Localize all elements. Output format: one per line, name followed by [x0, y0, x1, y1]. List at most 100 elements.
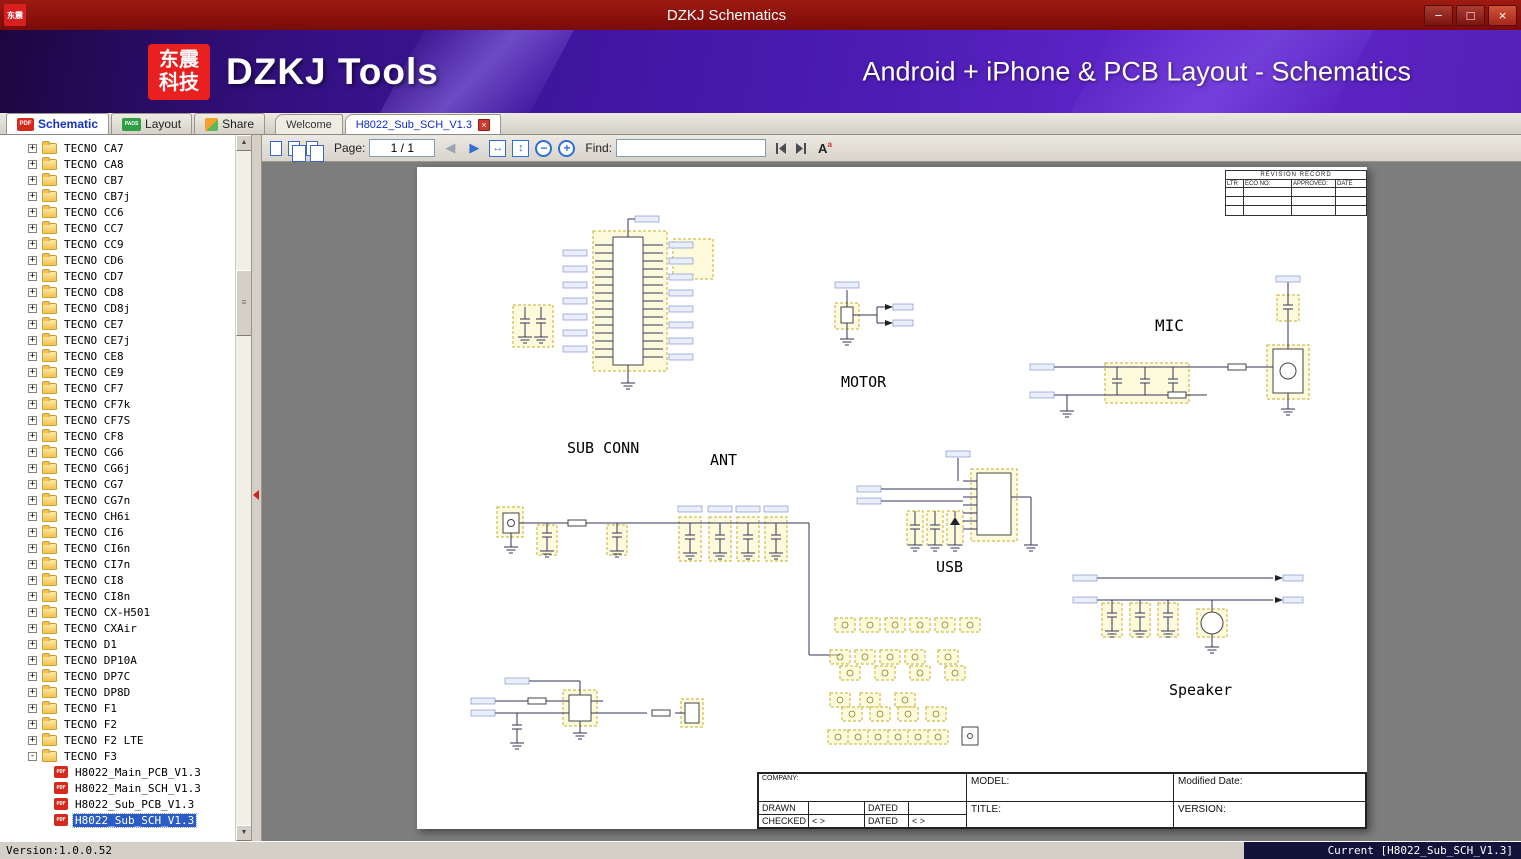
expand-icon[interactable]: + — [28, 320, 37, 329]
close-tab-icon[interactable] — [478, 119, 490, 131]
tree-folder-row[interactable]: +TECNO DP8D — [28, 684, 235, 700]
expand-icon[interactable]: + — [28, 528, 37, 537]
expand-icon[interactable]: + — [28, 368, 37, 377]
tree-folder-row[interactable]: +TECNO CF8 — [28, 428, 235, 444]
close-button[interactable] — [1488, 5, 1517, 26]
tree-folder-row[interactable]: +TECNO DP10A — [28, 652, 235, 668]
expand-icon[interactable]: + — [28, 272, 37, 281]
expand-icon[interactable]: + — [28, 144, 37, 153]
expand-icon[interactable]: + — [28, 720, 37, 729]
tree-folder-row[interactable]: +TECNO CE9 — [28, 364, 235, 380]
expand-icon[interactable]: + — [28, 512, 37, 521]
tree-folder-row[interactable]: +TECNO CF7 — [28, 380, 235, 396]
expand-icon[interactable]: + — [28, 176, 37, 185]
tree-folder-row[interactable]: +TECNO F2 LTE — [28, 732, 235, 748]
expand-icon[interactable]: + — [28, 432, 37, 441]
expand-icon[interactable]: + — [28, 416, 37, 425]
fit-width-icon[interactable] — [489, 140, 506, 157]
tree-folder-row[interactable]: +TECNO CG6j — [28, 460, 235, 476]
expand-icon[interactable]: + — [28, 704, 37, 713]
tree-folder-row[interactable]: +TECNO CE7j — [28, 332, 235, 348]
tree-file-row[interactable]: PDFH8022_Main_SCH_V1.3 — [28, 780, 235, 796]
tree-file-row[interactable]: PDFH8022_Main_PCB_V1.3 — [28, 764, 235, 780]
tree-folder-row[interactable]: +TECNO CD8 — [28, 284, 235, 300]
tree-folder-row[interactable]: +TECNO CI8 — [28, 572, 235, 588]
tab-schematic[interactable]: PDF Schematic — [6, 113, 109, 134]
zoom-out-icon[interactable] — [535, 140, 552, 157]
tree-folder-row[interactable]: +TECNO CI6n — [28, 540, 235, 556]
expand-icon[interactable]: + — [28, 736, 37, 745]
tree-folder-row[interactable]: +TECNO CF7S — [28, 412, 235, 428]
sidebar-scrollbar[interactable]: ▲ ≡ ▼ — [235, 135, 251, 841]
zoom-in-icon[interactable] — [558, 140, 575, 157]
expand-icon[interactable]: + — [28, 208, 37, 217]
facing-pages-view-icon[interactable] — [288, 141, 300, 156]
tree-folder-row[interactable]: +TECNO CA8 — [28, 156, 235, 172]
tree-folder-row[interactable]: +TECNO CC7 — [28, 220, 235, 236]
expand-icon[interactable]: + — [28, 304, 37, 313]
tree-folder-row[interactable]: +TECNO CH6i — [28, 508, 235, 524]
expand-icon[interactable]: + — [28, 544, 37, 553]
tree-folder-row[interactable]: +TECNO CE7 — [28, 316, 235, 332]
expand-icon[interactable]: + — [28, 576, 37, 585]
tree-folder-row[interactable]: +TECNO CB7 — [28, 172, 235, 188]
minimize-button[interactable] — [1424, 5, 1453, 26]
doc-tab-current[interactable]: H8022_Sub_SCH_V1.3 — [345, 114, 501, 134]
doc-tab-welcome[interactable]: Welcome — [275, 114, 343, 134]
tree-folder-row[interactable]: +TECNO CF7k — [28, 396, 235, 412]
expand-icon[interactable]: + — [28, 592, 37, 601]
tree-folder-row[interactable]: +TECNO CD6 — [28, 252, 235, 268]
tree-folder-row[interactable]: +TECNO DP7C — [28, 668, 235, 684]
expand-icon[interactable]: + — [28, 640, 37, 649]
tree-folder-row[interactable]: +TECNO CD7 — [28, 268, 235, 284]
maximize-button[interactable] — [1456, 5, 1485, 26]
text-size-icon[interactable] — [818, 140, 832, 155]
expand-icon[interactable]: + — [28, 384, 37, 393]
expand-icon[interactable]: + — [28, 560, 37, 569]
expand-icon[interactable]: + — [28, 256, 37, 265]
expand-icon[interactable]: + — [28, 192, 37, 201]
previous-page-icon[interactable] — [441, 140, 459, 156]
scroll-down-icon[interactable]: ▼ — [236, 825, 252, 841]
tree-folder-row[interactable]: +TECNO CG6 — [28, 444, 235, 460]
expand-icon[interactable]: + — [28, 464, 37, 473]
tree-folder-row[interactable]: +TECNO CG7 — [28, 476, 235, 492]
fit-page-icon[interactable] — [512, 140, 529, 157]
tree-folder-row[interactable]: +TECNO CXAir — [28, 620, 235, 636]
expand-icon[interactable]: + — [28, 624, 37, 633]
find-previous-icon[interactable] — [774, 143, 787, 154]
expand-icon[interactable]: + — [28, 160, 37, 169]
expand-icon[interactable]: + — [28, 352, 37, 361]
panel-splitter[interactable] — [252, 135, 262, 841]
expand-icon[interactable]: + — [28, 400, 37, 409]
tree-folder-row[interactable]: +TECNO F2 — [28, 716, 235, 732]
expand-icon[interactable]: + — [28, 656, 37, 665]
tree-file-row[interactable]: PDFH8022_Sub_SCH_V1.3 — [28, 812, 235, 828]
tree-folder-row[interactable]: +TECNO CD8j — [28, 300, 235, 316]
tree-folder-row[interactable]: +TECNO CA7 — [28, 140, 235, 156]
find-input[interactable] — [616, 139, 766, 157]
expand-icon[interactable]: + — [28, 608, 37, 617]
collapse-icon[interactable]: - — [28, 752, 37, 761]
tree-folder-row[interactable]: +TECNO CI7n — [28, 556, 235, 572]
continuous-view-icon[interactable] — [306, 141, 318, 156]
expand-icon[interactable]: + — [28, 480, 37, 489]
collapse-panel-icon[interactable] — [253, 490, 259, 500]
expand-icon[interactable]: + — [28, 336, 37, 345]
tree-folder-row[interactable]: +TECNO CE8 — [28, 348, 235, 364]
scrollbar-thumb[interactable]: ≡ — [236, 270, 252, 336]
tree-file-row[interactable]: PDFH8022_Sub_PCB_V1.3 — [28, 796, 235, 812]
expand-icon[interactable]: + — [28, 688, 37, 697]
expand-icon[interactable]: + — [28, 240, 37, 249]
expand-icon[interactable]: + — [28, 288, 37, 297]
tree-folder-row[interactable]: -TECNO F3 — [28, 748, 235, 764]
next-page-icon[interactable] — [465, 140, 483, 156]
expand-icon[interactable]: + — [28, 496, 37, 505]
scroll-up-icon[interactable]: ▲ — [236, 135, 252, 151]
tree-folder-row[interactable]: +TECNO CC9 — [28, 236, 235, 252]
page-number-input[interactable] — [369, 139, 435, 157]
tree-folder-row[interactable]: +TECNO CI8n — [28, 588, 235, 604]
find-next-icon[interactable] — [795, 143, 808, 154]
tree-folder-row[interactable]: +TECNO CG7n — [28, 492, 235, 508]
tree-folder-row[interactable]: +TECNO CX-H501 — [28, 604, 235, 620]
